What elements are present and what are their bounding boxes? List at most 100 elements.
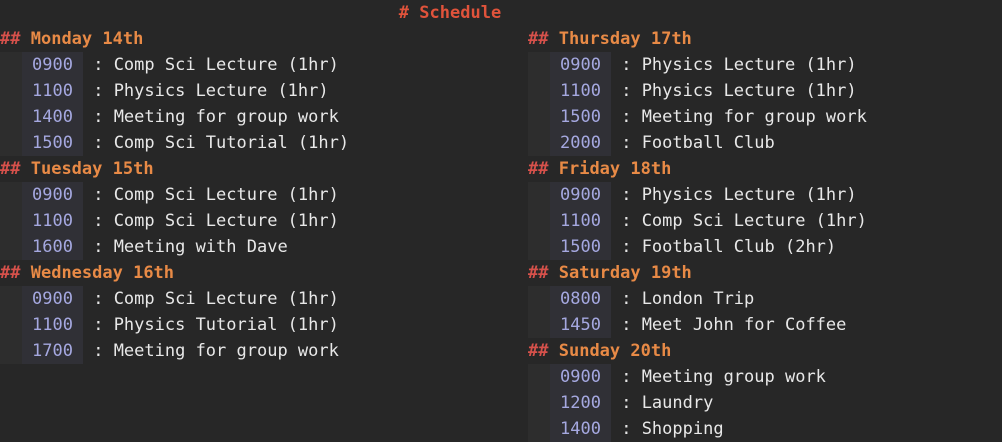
entry-task: Meeting with Dave: [113, 237, 288, 257]
entry-time: 0900: [550, 182, 611, 208]
header-marker: ##: [528, 341, 549, 361]
schedule-entry: 1100 : Physics Tutorial (1hr): [0, 312, 349, 338]
indent-guide: [528, 364, 550, 390]
header-marker: ##: [528, 263, 549, 283]
entry-separator: :: [610, 185, 632, 205]
indent-guide: [528, 130, 550, 156]
day-title: Thursday 17th: [558, 29, 692, 49]
entry-time: 0900: [550, 364, 611, 390]
entry-task: London Trip: [641, 289, 755, 309]
day-title: Monday 14th: [30, 29, 144, 49]
schedule-entry: 1500 : Football Club (2hr): [528, 234, 867, 260]
schedule-entry: 1200 : Laundry: [528, 390, 867, 416]
day-title: Friday 18th: [558, 159, 672, 179]
entry-time: 1200: [550, 390, 611, 416]
day-header: ## Thursday 17th: [528, 26, 867, 52]
entry-separator: :: [610, 107, 632, 127]
entry-task: Meeting for group work: [113, 341, 339, 361]
schedule-entry: 0900 : Comp Sci Lecture (1hr): [0, 52, 349, 78]
entry-separator: :: [82, 237, 104, 257]
day-title: Saturday 19th: [558, 263, 692, 283]
entry-task: Shopping: [641, 419, 724, 439]
title-text: Schedule: [419, 3, 502, 23]
indent-guide: [0, 104, 22, 130]
day-title: Tuesday 15th: [30, 159, 154, 179]
indent-guide: [528, 286, 550, 312]
header-marker: ##: [528, 29, 549, 49]
entry-time: 1400: [22, 104, 83, 130]
indent-guide: [0, 52, 22, 78]
entry-separator: :: [82, 107, 104, 127]
schedule-entry: 0900 : Meeting group work: [528, 364, 867, 390]
indent-guide: [528, 416, 550, 442]
entry-time: 1100: [550, 208, 611, 234]
entry-task: Comp Sci Lecture (1hr): [113, 211, 339, 231]
schedule-entry: 1700 : Meeting for group work: [0, 338, 349, 364]
schedule-column-right: ## Thursday 17th 0900 : Physics Lecture (…: [528, 26, 867, 442]
entry-task: Comp Sci Tutorial (1hr): [113, 133, 350, 153]
schedule-entry: 1100 : Comp Sci Lecture (1hr): [0, 208, 349, 234]
schedule-entry: 0900 : Physics Lecture (1hr): [528, 182, 867, 208]
entry-time: 1100: [22, 78, 83, 104]
entry-time: 0800: [550, 286, 611, 312]
entry-task: Physics Lecture (1hr): [641, 81, 857, 101]
indent-guide: [0, 130, 22, 156]
entry-separator: :: [610, 81, 632, 101]
day-header: ## Saturday 19th: [528, 260, 867, 286]
page-title: # Schedule: [0, 2, 900, 24]
entry-task: Comp Sci Lecture (1hr): [113, 55, 339, 75]
entry-separator: :: [82, 81, 104, 101]
indent-guide: [528, 104, 550, 130]
entry-separator: :: [610, 237, 632, 257]
entry-separator: :: [82, 289, 104, 309]
schedule-entry: 1400 : Meeting for group work: [0, 104, 349, 130]
schedule-entry: 0900 : Comp Sci Lecture (1hr): [0, 286, 349, 312]
entry-separator: :: [610, 211, 632, 231]
indent-guide: [528, 208, 550, 234]
entry-time: 1600: [22, 234, 83, 260]
entry-task: Physics Tutorial (1hr): [113, 315, 339, 335]
schedule-entry: 0900 : Physics Lecture (1hr): [528, 52, 867, 78]
indent-guide: [528, 312, 550, 338]
schedule-entry: 1600 : Meeting with Dave: [0, 234, 349, 260]
indent-guide: [0, 286, 22, 312]
header-marker: ##: [0, 263, 21, 283]
header-marker: ##: [528, 159, 549, 179]
entry-separator: :: [82, 55, 104, 75]
entry-time: 1500: [550, 234, 611, 260]
day-header: ## Sunday 20th: [528, 338, 867, 364]
schedule-entry: 0900 : Comp Sci Lecture (1hr): [0, 182, 349, 208]
day-title: Wednesday 16th: [30, 263, 175, 283]
indent-guide: [528, 182, 550, 208]
entry-separator: :: [82, 185, 104, 205]
schedule-entry: 1400 : Shopping: [528, 416, 867, 442]
entry-separator: :: [82, 315, 104, 335]
entry-task: Meeting group work: [641, 367, 826, 387]
entry-time: 1100: [22, 312, 83, 338]
indent-guide: [0, 208, 22, 234]
entry-task: Physics Lecture (1hr): [113, 81, 329, 101]
entry-time: 1400: [550, 416, 611, 442]
day-header: ## Wednesday 16th: [0, 260, 349, 286]
entry-separator: :: [610, 393, 632, 413]
indent-guide: [0, 338, 22, 364]
entry-separator: :: [610, 419, 632, 439]
entry-time: 1450: [550, 312, 611, 338]
entry-time: 1700: [22, 338, 83, 364]
title-marker: #: [398, 3, 410, 23]
entry-task: Meeting for group work: [641, 107, 867, 127]
entry-task: Laundry: [641, 393, 714, 413]
entry-time: 1500: [550, 104, 611, 130]
entry-task: Football Club: [641, 133, 775, 153]
entry-time: 1500: [22, 130, 83, 156]
day-header: ## Friday 18th: [528, 156, 867, 182]
indent-guide: [528, 52, 550, 78]
entry-separator: :: [610, 289, 632, 309]
indent-guide: [0, 234, 22, 260]
entry-task: Comp Sci Lecture (1hr): [113, 185, 339, 205]
entry-separator: :: [610, 315, 632, 335]
entry-task: Comp Sci Lecture (1hr): [641, 211, 867, 231]
header-marker: ##: [0, 29, 21, 49]
header-marker: ##: [0, 159, 21, 179]
entry-time: 0900: [22, 52, 83, 78]
